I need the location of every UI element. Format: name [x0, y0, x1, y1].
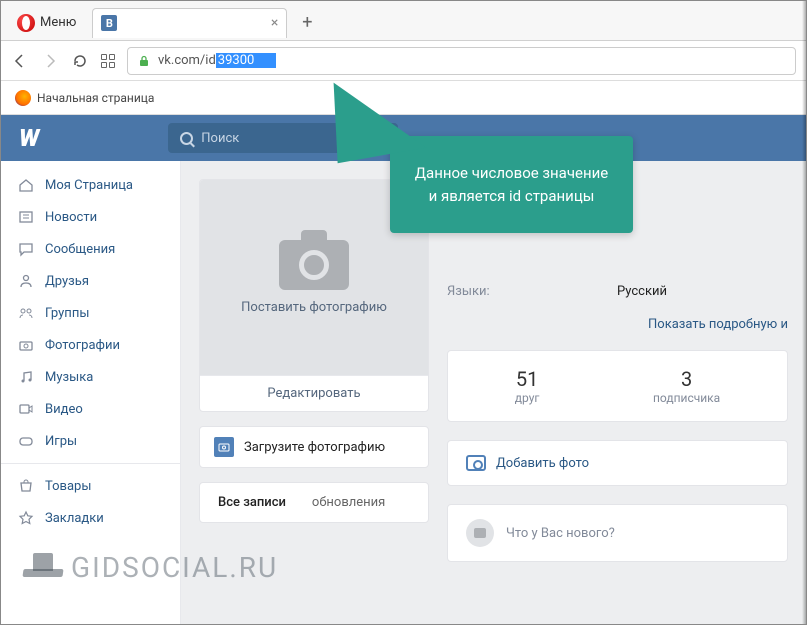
- annotation-callout: Данное числовое значение и является id с…: [390, 136, 633, 233]
- sidebar-item-groups[interactable]: Группы: [1, 297, 180, 329]
- sidebar-item-messages[interactable]: Сообщения: [1, 233, 180, 265]
- stat-subscribers[interactable]: 3 подписчика: [653, 367, 720, 405]
- languages-label: Языки:: [447, 284, 617, 299]
- new-tab-button[interactable]: +: [295, 11, 319, 35]
- lock-icon: [138, 55, 150, 67]
- sidebar-item-photos[interactable]: Фотографии: [1, 329, 180, 361]
- subs-label: подписчика: [653, 391, 720, 405]
- url-text: vk.com/id39300: [158, 53, 276, 68]
- right-edge-shadow: [802, 1, 806, 624]
- right-column: Языки: Русский Показать подробную и 51 д…: [447, 179, 788, 606]
- languages-value: Русский: [617, 284, 667, 299]
- tab-all-posts[interactable]: Все записи: [218, 495, 286, 510]
- sidebar-divider: [1, 463, 180, 464]
- edit-button[interactable]: Редактировать: [200, 375, 428, 411]
- tab-bar: Меню B × +: [1, 1, 806, 41]
- sidebar: Моя Страница Новости Сообщения Друзья Гр…: [1, 161, 181, 624]
- nav-forward-button: [41, 52, 59, 70]
- sidebar-item-video[interactable]: Видео: [1, 393, 180, 425]
- stats-card: 51 друг 3 подписчика: [447, 350, 788, 422]
- sidebar-item-music[interactable]: Музыка: [1, 361, 180, 393]
- opera-logo-icon: [17, 14, 35, 32]
- menu-label: Меню: [40, 15, 76, 30]
- bookmark-item[interactable]: Начальная страница: [37, 91, 154, 105]
- add-photo-label: Добавить фото: [496, 456, 589, 471]
- address-bar[interactable]: vk.com/id39300: [127, 47, 796, 75]
- vk-logo-icon[interactable]: W: [19, 124, 38, 152]
- stat-friends[interactable]: 51 друг: [515, 367, 540, 405]
- upload-label: Загрузите фотографию: [244, 440, 385, 455]
- reload-button[interactable]: [71, 52, 89, 70]
- upload-photo-card[interactable]: Загрузите фотографию: [199, 426, 429, 468]
- sidebar-item-games[interactable]: Игры: [1, 425, 180, 457]
- wall-tabs: Все записи обновления: [199, 482, 429, 523]
- friends-count: 51: [515, 367, 540, 391]
- camera-placeholder-icon: [279, 240, 349, 290]
- market-icon: [17, 477, 35, 495]
- home-icon: [17, 176, 35, 194]
- sidebar-item-bookmarks[interactable]: Закладки: [1, 502, 180, 534]
- browser-tab[interactable]: B ×: [92, 8, 287, 38]
- sidebar-item-market[interactable]: Товары: [1, 470, 180, 502]
- opera-menu-button[interactable]: Меню: [7, 10, 86, 36]
- arrow-left-icon: [12, 53, 28, 69]
- search-placeholder: Поиск: [201, 131, 239, 146]
- show-detail-link[interactable]: Показать подробную и: [447, 299, 788, 332]
- search-icon: [180, 132, 193, 145]
- new-post-input[interactable]: Что у Вас нового?: [447, 504, 788, 562]
- tab-close-icon[interactable]: ×: [271, 15, 278, 31]
- sidebar-item-my-page[interactable]: Моя Страница: [1, 169, 180, 201]
- vk-favicon-icon: B: [101, 15, 117, 31]
- video-icon: [17, 400, 35, 418]
- camera-icon: [17, 336, 35, 354]
- left-column: Поставить фотографию Редактировать Загру…: [199, 179, 429, 606]
- firefox-icon: [15, 90, 31, 106]
- add-photo-button[interactable]: Добавить фото: [447, 440, 788, 486]
- callout-text: Данное числовое значение и является id с…: [415, 164, 608, 205]
- speed-dial-button[interactable]: [101, 54, 115, 68]
- friends-label: друг: [515, 391, 540, 405]
- groups-icon: [17, 304, 35, 322]
- avatar-placeholder-icon: [466, 519, 494, 547]
- reload-icon: [72, 53, 88, 69]
- games-icon: [17, 432, 35, 450]
- message-icon: [17, 240, 35, 258]
- friends-icon: [17, 272, 35, 290]
- subs-count: 3: [653, 367, 720, 391]
- news-icon: [17, 208, 35, 226]
- put-photo-label: Поставить фотографию: [241, 300, 387, 315]
- nav-back-button[interactable]: [11, 52, 29, 70]
- camera-outline-icon: [466, 455, 486, 471]
- post-placeholder: Что у Вас нового?: [506, 526, 615, 541]
- sidebar-item-friends[interactable]: Друзья: [1, 265, 180, 297]
- sidebar-item-news[interactable]: Новости: [1, 201, 180, 233]
- arrow-right-icon: [42, 53, 58, 69]
- upload-camera-icon: [214, 437, 234, 457]
- star-icon: [17, 509, 35, 527]
- music-icon: [17, 368, 35, 386]
- languages-row: Языки: Русский: [447, 284, 788, 299]
- tab-updates[interactable]: обновления: [312, 495, 385, 510]
